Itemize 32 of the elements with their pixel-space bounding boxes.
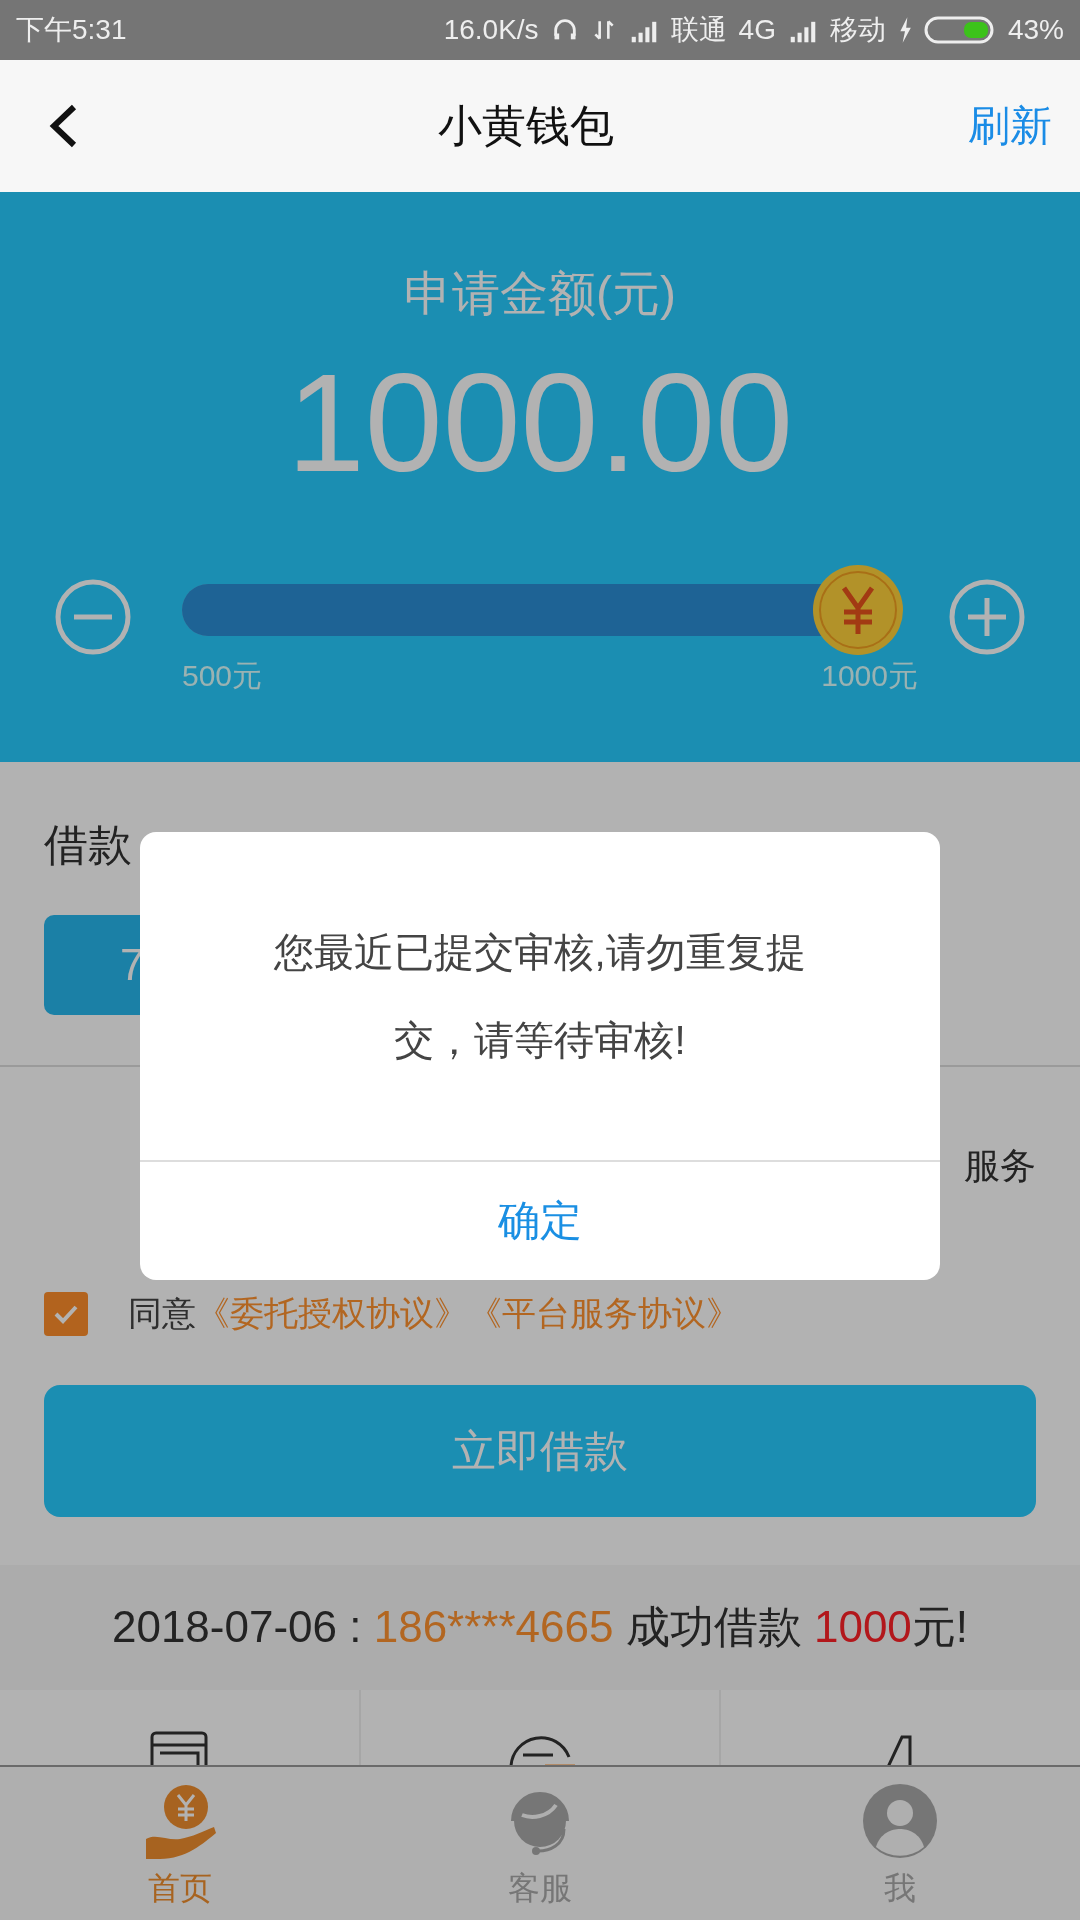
notice-text: 2018-07-06 : 186****4665 成功借款 1000元! xyxy=(111,1601,969,1653)
borrow-button[interactable]: 立即借款 xyxy=(44,1385,1036,1517)
battery-icon xyxy=(923,15,996,45)
agreement-link[interactable]: 《委托授权协议》 xyxy=(196,1294,468,1332)
network-speed: 16.0K/s xyxy=(443,14,539,46)
dialog-message: 您最近已提交审核,请勿重复提交，请等待审核! xyxy=(273,929,807,1064)
page-title: 小黄钱包 xyxy=(437,99,615,152)
tab-item[interactable]: 客服 xyxy=(360,1767,720,1920)
amount-value: 1000.00 xyxy=(286,346,794,500)
agreement-text: 同意《委托授权协议》《平台服务协议》 xyxy=(128,1293,740,1334)
carrier-name: 联通 xyxy=(670,13,727,47)
term-label: 借款 xyxy=(44,819,133,871)
agree-checkbox[interactable] xyxy=(44,1292,88,1336)
agreement-link[interactable]: 《平台服务协议》 xyxy=(468,1294,740,1332)
plus-icon xyxy=(948,577,1026,656)
increase-button[interactable] xyxy=(948,577,1026,656)
tab-item[interactable]: 我 xyxy=(720,1767,1080,1920)
confirm-button[interactable]: 确定 xyxy=(140,1162,940,1280)
coin-thumb[interactable] xyxy=(812,564,904,656)
decrease-button[interactable] xyxy=(54,577,132,656)
clock-text: 下午5:31 xyxy=(16,13,127,47)
service-note: 服务 xyxy=(963,1144,1036,1188)
battery-percent: 43% xyxy=(1007,14,1064,46)
max-label: 1000元 xyxy=(821,658,918,694)
tab-item[interactable]: 首页 xyxy=(0,1767,360,1920)
refresh-link[interactable]: 刷新 xyxy=(968,98,1052,154)
minus-icon xyxy=(54,577,132,656)
network-type: 4G xyxy=(738,14,776,46)
carrier-name: 移动 xyxy=(829,13,886,47)
amount-label: 申请金额(元) xyxy=(404,266,676,322)
person-icon xyxy=(860,1781,940,1861)
min-label: 500元 xyxy=(182,658,263,694)
